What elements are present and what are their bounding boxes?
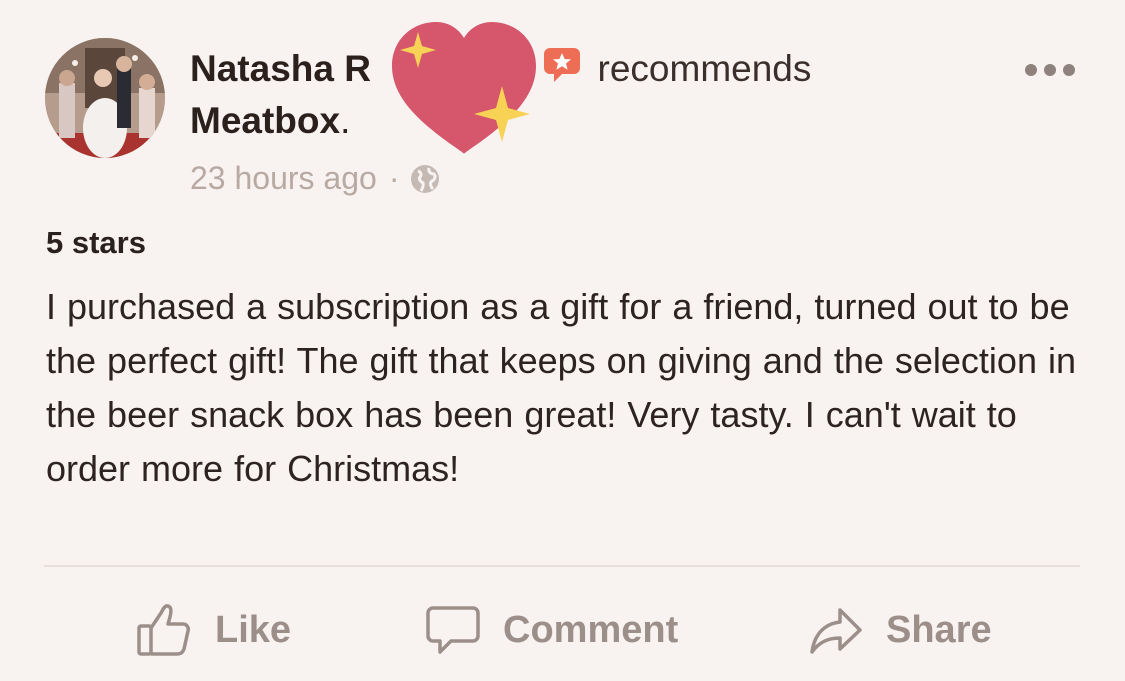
thumbs-up-icon (137, 604, 190, 656)
page-line: Meatbox. (190, 98, 350, 144)
avatar-photo (45, 38, 165, 158)
rating-label: 5 stars (46, 225, 146, 260)
globe-icon[interactable] (409, 163, 441, 195)
recommends-verb: recommends (597, 48, 812, 89)
action-divider (44, 565, 1080, 567)
like-button[interactable]: Like (135, 590, 291, 670)
like-label: Like (215, 608, 292, 651)
action-bar: Like Comment Share (0, 590, 1125, 670)
comment-button[interactable]: Comment (425, 590, 678, 670)
post-timestamp[interactable]: 23 hours ago (190, 160, 377, 196)
author-name[interactable]: Natasha R (190, 48, 371, 89)
header-period: . (340, 100, 351, 141)
more-dots-icon (1025, 64, 1075, 76)
author-avatar[interactable] (45, 38, 165, 158)
comment-label: Comment (503, 608, 679, 651)
sparkling-heart-sticker (384, 14, 544, 164)
more-options-button[interactable] (1020, 56, 1080, 84)
share-arrow-icon (810, 608, 862, 654)
share-button[interactable]: Share (808, 590, 992, 670)
recommendation-badge-icon (542, 46, 582, 84)
review-post: Natasha Rs recommends Meatbox. 23 hours … (0, 0, 1125, 681)
page-name-link[interactable]: Meatbox (190, 100, 340, 141)
review-body: I purchased a subscription as a gift for… (46, 286, 1076, 489)
speech-bubble-icon (426, 606, 480, 654)
share-label: Share (886, 608, 992, 651)
